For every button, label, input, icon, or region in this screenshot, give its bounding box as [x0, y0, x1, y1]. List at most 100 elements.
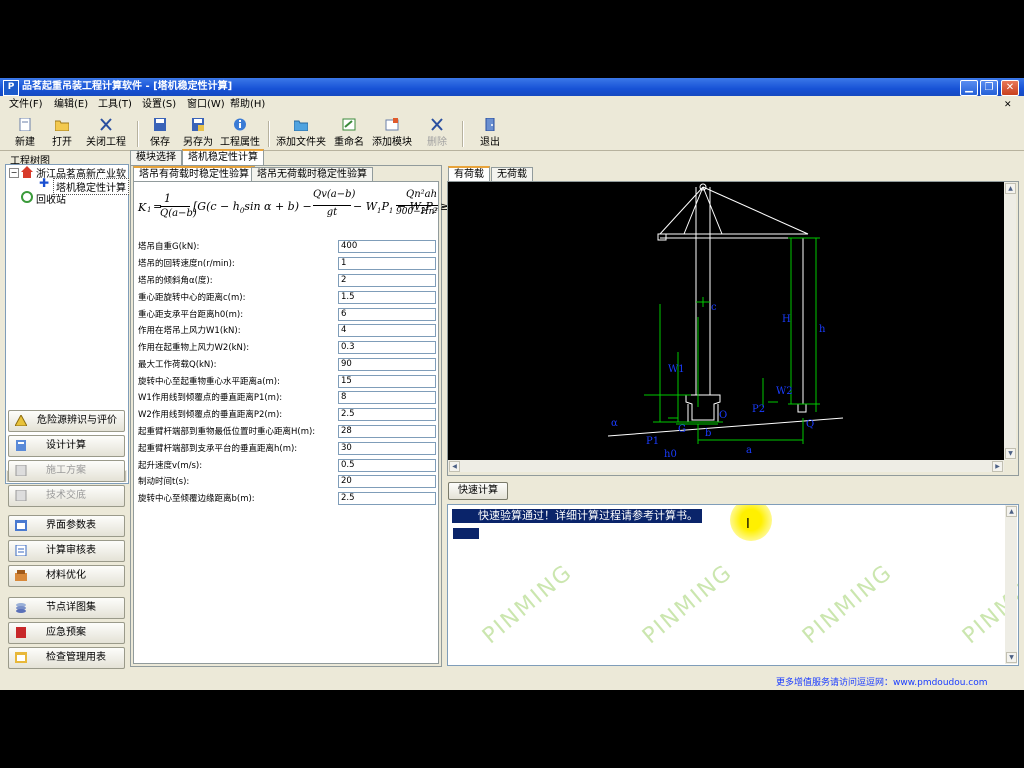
label-O: O	[719, 410, 727, 421]
emergency-book-icon	[16, 627, 26, 638]
restore-button[interactable]: ❐	[980, 80, 998, 96]
param-input[interactable]: 30	[338, 442, 436, 455]
param-row: W2作用线到倾覆点的垂直距离P2(m): 2.5	[138, 408, 436, 422]
diagram-hscrollbar[interactable]: ◀ ▶	[448, 460, 1004, 472]
menu-close-icon[interactable]: ✕	[1004, 96, 1012, 114]
delete-x-icon	[431, 118, 443, 131]
label-alpha: α	[611, 418, 618, 429]
main-window: P 品茗起重吊装工程计算软件 - [塔机稳定性计算] ▁ ❐ ✕ 文件(F) 编…	[0, 78, 1024, 690]
save-as-button[interactable]: 另存为	[182, 118, 214, 148]
promo-link[interactable]: 更多增值服务请访问逗逗网：www.pmdoudou.com	[776, 675, 988, 688]
nav-material-optimization[interactable]: 材料优化	[8, 565, 125, 587]
nav-inspection-tables[interactable]: 检查管理用表	[8, 647, 125, 669]
param-row: 起重臂杆端部到重物最低位置时重心距离H(m): 28	[138, 425, 436, 439]
label-P1: P1	[646, 436, 659, 447]
tab-module-select[interactable]: 模块选择	[130, 150, 182, 165]
tower-crane-diagram: H h W1 c G P1 h0 O W2 P2 Q α b a	[448, 182, 1004, 460]
diagram-vscrollbar[interactable]: ▲ ▼	[1004, 182, 1016, 460]
save-button[interactable]: 保存	[148, 118, 172, 148]
open-button[interactable]: 打开	[50, 118, 74, 148]
param-input[interactable]: 1	[338, 257, 436, 270]
label-P2: P2	[752, 404, 765, 415]
scroll-right-icon[interactable]: ▶	[992, 461, 1003, 472]
close-project-button[interactable]: 关闭工程	[85, 118, 127, 148]
param-input[interactable]: 20	[338, 475, 436, 488]
nav-interface-params[interactable]: 界面参数表	[8, 515, 125, 537]
param-row: 塔吊自重G(kN): 400	[138, 240, 436, 254]
info-icon	[234, 118, 246, 131]
param-input[interactable]: 15	[338, 375, 436, 388]
nav-design-calc[interactable]: 设计计算	[8, 435, 125, 457]
nav-calc-review[interactable]: 计算审核表	[8, 540, 125, 562]
save-as-disk-icon	[192, 118, 204, 131]
project-props-button[interactable]: 工程属性	[219, 118, 261, 148]
document-icon	[15, 465, 27, 476]
add-module-button[interactable]: 添加模块	[372, 118, 412, 148]
param-input[interactable]: 0.5	[338, 459, 436, 472]
menu-file[interactable]: 文件(F)	[9, 96, 43, 114]
param-input[interactable]: 28	[338, 425, 436, 438]
menu-help[interactable]: 帮助(H)	[230, 96, 265, 114]
param-input[interactable]: 90	[338, 358, 436, 371]
nav-construction-plan[interactable]: 施工方案	[8, 460, 125, 482]
scroll-down-icon[interactable]: ▼	[1005, 448, 1016, 459]
param-row: 重心距支承平台距离h0(m): 6	[138, 308, 436, 322]
tab-loaded-check[interactable]: 塔吊有荷载时稳定性验算	[133, 166, 255, 182]
param-input[interactable]: 8	[338, 391, 436, 404]
param-row: 塔吊的回转速度n(r/min): 1	[138, 257, 436, 271]
tab-diagram-unloaded[interactable]: 无荷载	[491, 167, 533, 182]
open-folder-icon	[55, 120, 69, 131]
nav-emergency-plan[interactable]: 应急预案	[8, 622, 125, 644]
param-row: 最大工作荷载Q(kN): 90	[138, 358, 436, 372]
new-file-icon	[19, 118, 31, 131]
menu-window[interactable]: 窗口(W)	[187, 96, 225, 114]
tree-recycle-label[interactable]: 回收站	[36, 191, 66, 206]
scroll-left-icon[interactable]: ◀	[449, 461, 460, 472]
param-row: W1作用线到倾覆点的垂直距离P1(m): 8	[138, 391, 436, 405]
delete-button[interactable]: 删除	[425, 118, 449, 148]
param-input[interactable]: 4	[338, 324, 436, 337]
exit-button[interactable]: 退出	[478, 118, 502, 148]
label-H: H	[782, 314, 791, 325]
add-folder-button[interactable]: 添加文件夹	[276, 118, 326, 148]
close-button[interactable]: ✕	[1001, 80, 1019, 96]
nav-technical-briefing[interactable]: 技术交底	[8, 485, 125, 507]
title-bar[interactable]: P 品茗起重吊装工程计算软件 - [塔机稳定性计算] ▁ ❐ ✕	[0, 78, 1024, 96]
tab-diagram-loaded[interactable]: 有荷载	[448, 166, 490, 182]
new-button[interactable]: 新建	[13, 118, 37, 148]
param-row: 作用在塔吊上风力W1(kN): 4	[138, 324, 436, 338]
quick-calc-button[interactable]: 快速计算	[448, 482, 508, 500]
watermark-text: PINMING	[638, 559, 738, 650]
minimize-button[interactable]: ▁	[960, 80, 978, 96]
tab-stability-calc[interactable]: 塔机稳定性计算	[182, 149, 264, 165]
home-icon	[21, 166, 33, 178]
output-vscrollbar[interactable]: ▲ ▼	[1005, 505, 1017, 664]
toolbar-separator	[268, 121, 270, 147]
param-input[interactable]: 400	[338, 240, 436, 253]
recycle-bin-icon	[21, 191, 33, 203]
param-input[interactable]: 2.5	[338, 408, 436, 421]
output-area[interactable]: PINMING PINMING PINMING PINMING 快速验算通过！详…	[447, 504, 1019, 666]
stability-formula: K 1 = 1 Q(a−b) [G(c − h0sin α + b) − Qv(…	[138, 186, 474, 231]
param-input[interactable]: 2	[338, 274, 436, 287]
tree-expander-icon[interactable]: −	[9, 168, 19, 178]
nav-hazard-identification[interactable]: 危险源辨识与评价	[8, 410, 125, 432]
scroll-down-icon[interactable]: ▼	[1006, 652, 1017, 663]
scroll-up-icon[interactable]: ▲	[1006, 506, 1017, 517]
param-input[interactable]: 1.5	[338, 291, 436, 304]
param-input[interactable]: 2.5	[338, 492, 436, 505]
app-icon: P	[3, 80, 19, 96]
scroll-up-icon[interactable]: ▲	[1005, 183, 1016, 194]
param-input[interactable]: 6	[338, 308, 436, 321]
menu-settings[interactable]: 设置(S)	[142, 96, 176, 114]
toolbar-separator	[462, 121, 464, 147]
param-row: 制动时间t(s): 20	[138, 475, 436, 489]
rename-icon	[342, 118, 356, 131]
label-h0: h0	[664, 449, 677, 460]
nav-node-details[interactable]: 节点详图集	[8, 597, 125, 619]
rename-button[interactable]: 重命名	[333, 118, 365, 148]
tab-unloaded-check[interactable]: 塔吊无荷载时稳定性验算	[251, 167, 373, 182]
menu-edit[interactable]: 编辑(E)	[54, 96, 88, 114]
param-input[interactable]: 0.3	[338, 341, 436, 354]
menu-tools[interactable]: 工具(T)	[98, 96, 132, 114]
